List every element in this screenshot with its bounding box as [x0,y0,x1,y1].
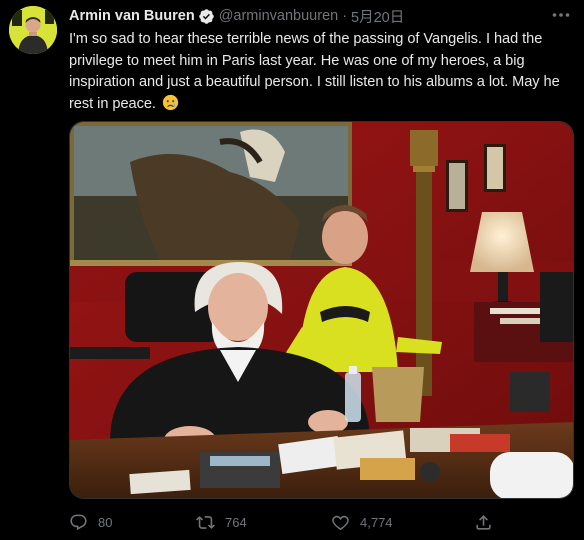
tweet: Armin van Buuren @arminvanbuuren · 5月20日… [0,0,584,540]
tweet-text: I'm so sad to hear these terrible news o… [69,31,560,112]
more-options-icon[interactable] [550,6,572,24]
retweet-icon [196,515,215,529]
share-button[interactable] [474,511,503,533]
tweet-actions: 80 764 4,774 [69,511,574,533]
crying-face-emoji-icon [162,94,179,111]
verified-badge-icon [198,8,215,25]
reply-icon [70,514,87,530]
like-count: 4,774 [360,514,393,530]
tweet-date[interactable]: 5月20日 [351,6,404,27]
retweet-button[interactable]: 764 [196,511,247,533]
header-separator: · [342,8,348,24]
share-icon [476,514,491,530]
tweet-photo[interactable] [69,121,574,499]
author-name[interactable]: Armin van Buuren [69,8,195,24]
like-button[interactable]: 4,774 [331,511,393,533]
retweet-count: 764 [225,514,247,530]
author-handle[interactable]: @arminvanbuuren [219,8,339,24]
like-icon [332,515,349,530]
tweet-text-block: I'm so sad to hear these terrible news o… [69,29,574,115]
reply-button[interactable]: 80 [69,511,112,533]
avatar[interactable] [9,6,57,54]
photo-illustration [70,122,573,498]
reply-count: 80 [98,514,113,530]
tweet-header: Armin van Buuren @arminvanbuuren · 5月20日 [69,6,404,26]
